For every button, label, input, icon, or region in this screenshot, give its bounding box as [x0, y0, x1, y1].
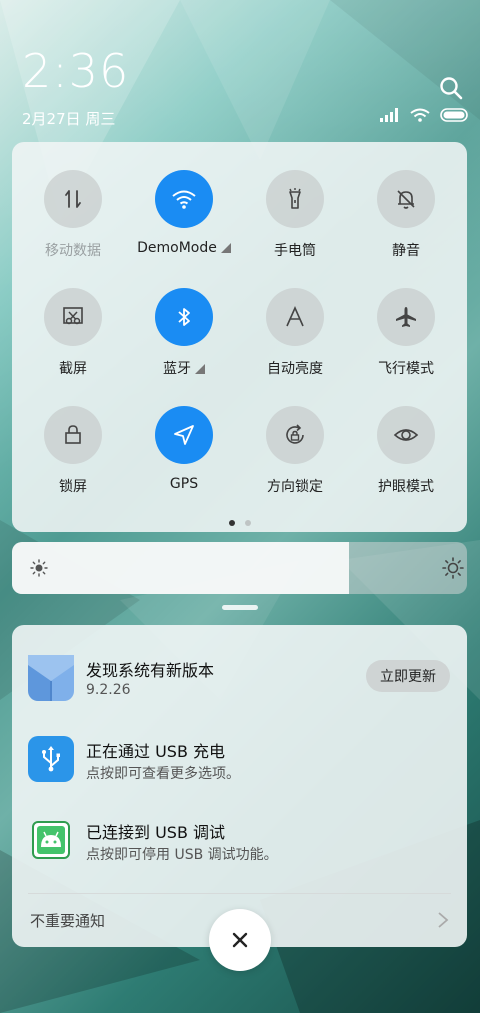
usb-icon — [28, 736, 74, 782]
brightness-high-icon — [442, 557, 464, 579]
tile-label: 飞行模式 — [378, 361, 434, 377]
airplane-icon — [377, 288, 435, 346]
tile-label: 静音 — [392, 243, 420, 259]
eye-icon — [377, 406, 435, 464]
tile-label: 护眼模式 — [378, 479, 434, 495]
page-indicator — [12, 520, 467, 526]
notification-subtitle: 点按即可停用 USB 调试功能。 — [86, 847, 278, 863]
tile-label: 蓝牙 — [163, 361, 191, 377]
lock-icon — [44, 406, 102, 464]
tile-mute[interactable]: 静音 — [351, 170, 461, 280]
tile-screenshot[interactable]: 截屏 — [18, 288, 128, 398]
battery-icon — [440, 108, 468, 122]
wifi-status-icon — [410, 108, 430, 122]
tile-airplane[interactable]: 飞行模式 — [351, 288, 461, 398]
notification-usb-charging[interactable]: 正在通过 USB 充电 点按即可查看更多选项。 — [28, 736, 458, 786]
tile-label: DemoMode — [137, 240, 217, 256]
page-dot-1[interactable] — [228, 520, 235, 526]
tile-label: 移动数据 — [45, 243, 101, 259]
tile-mobile-data[interactable]: 移动数据 — [18, 170, 128, 280]
tile-rotation-lock[interactable]: 方向锁定 — [240, 406, 350, 516]
clock-date: 2月27日 周三 — [22, 110, 116, 128]
brightness-low-icon — [30, 559, 48, 577]
mobile-data-icon — [44, 170, 102, 228]
unimportant-notifications-link[interactable]: 不重要通知 — [30, 910, 105, 931]
bluetooth-icon — [155, 288, 213, 346]
tile-label: 截屏 — [59, 361, 87, 377]
divider — [28, 893, 451, 894]
expand-triangle-icon — [220, 243, 231, 253]
android-debug-icon — [28, 817, 74, 863]
flashlight-icon — [266, 170, 324, 228]
search-icon[interactable] — [438, 75, 464, 101]
page-dot-2[interactable] — [244, 520, 251, 526]
notification-panel: 发现系统有新版本 9.2.26 立即更新 正在通过 USB 充电 点按即可查看更… — [12, 625, 467, 947]
signal-icon — [380, 108, 398, 122]
quick-settings-panel: 移动数据 DemoMode 手电筒 静音 截屏 蓝牙 自动亮度 飞行模式 锁屏 … — [12, 142, 467, 532]
notification-subtitle: 点按即可查看更多选项。 — [86, 766, 240, 782]
system-update-icon — [28, 655, 74, 701]
tile-label: GPS — [169, 476, 199, 492]
mute-bell-icon — [377, 170, 435, 228]
notification-title: 已连接到 USB 调试 — [86, 823, 226, 842]
notification-title: 发现系统有新版本 — [86, 661, 215, 680]
auto-brightness-icon — [266, 288, 324, 346]
drag-handle[interactable] — [222, 605, 258, 610]
brightness-slider[interactable] — [12, 542, 467, 594]
tile-label: 锁屏 — [59, 479, 87, 495]
wifi-icon — [155, 170, 213, 228]
tile-label: 自动亮度 — [267, 361, 323, 377]
clock-time: 2:36 — [22, 44, 130, 98]
tile-label: 手电筒 — [274, 243, 316, 259]
notification-subtitle: 9.2.26 — [86, 682, 131, 698]
tile-gps[interactable]: GPS — [129, 406, 239, 516]
tile-flashlight[interactable]: 手电筒 — [240, 170, 350, 280]
tile-eye-care[interactable]: 护眼模式 — [351, 406, 461, 516]
tile-auto-brightness[interactable]: 自动亮度 — [240, 288, 350, 398]
location-arrow-icon — [155, 406, 213, 464]
chevron-right-icon[interactable] — [436, 910, 450, 930]
tile-lock-screen[interactable]: 锁屏 — [18, 406, 128, 516]
expand-triangle-icon — [195, 364, 205, 374]
clear-all-button[interactable] — [209, 909, 271, 971]
close-icon — [232, 932, 248, 948]
tile-label: 方向锁定 — [267, 479, 323, 495]
screenshot-icon — [44, 288, 102, 346]
tile-wifi[interactable]: DemoMode — [129, 170, 239, 280]
rotation-lock-icon — [266, 406, 324, 464]
notification-title: 正在通过 USB 充电 — [86, 742, 226, 761]
brightness-fill — [12, 542, 349, 594]
status-icons — [380, 108, 470, 122]
notification-usb-debugging[interactable]: 已连接到 USB 调试 点按即可停用 USB 调试功能。 — [28, 817, 458, 867]
update-now-button[interactable]: 立即更新 — [366, 660, 450, 692]
tile-bluetooth[interactable]: 蓝牙 — [129, 288, 239, 398]
